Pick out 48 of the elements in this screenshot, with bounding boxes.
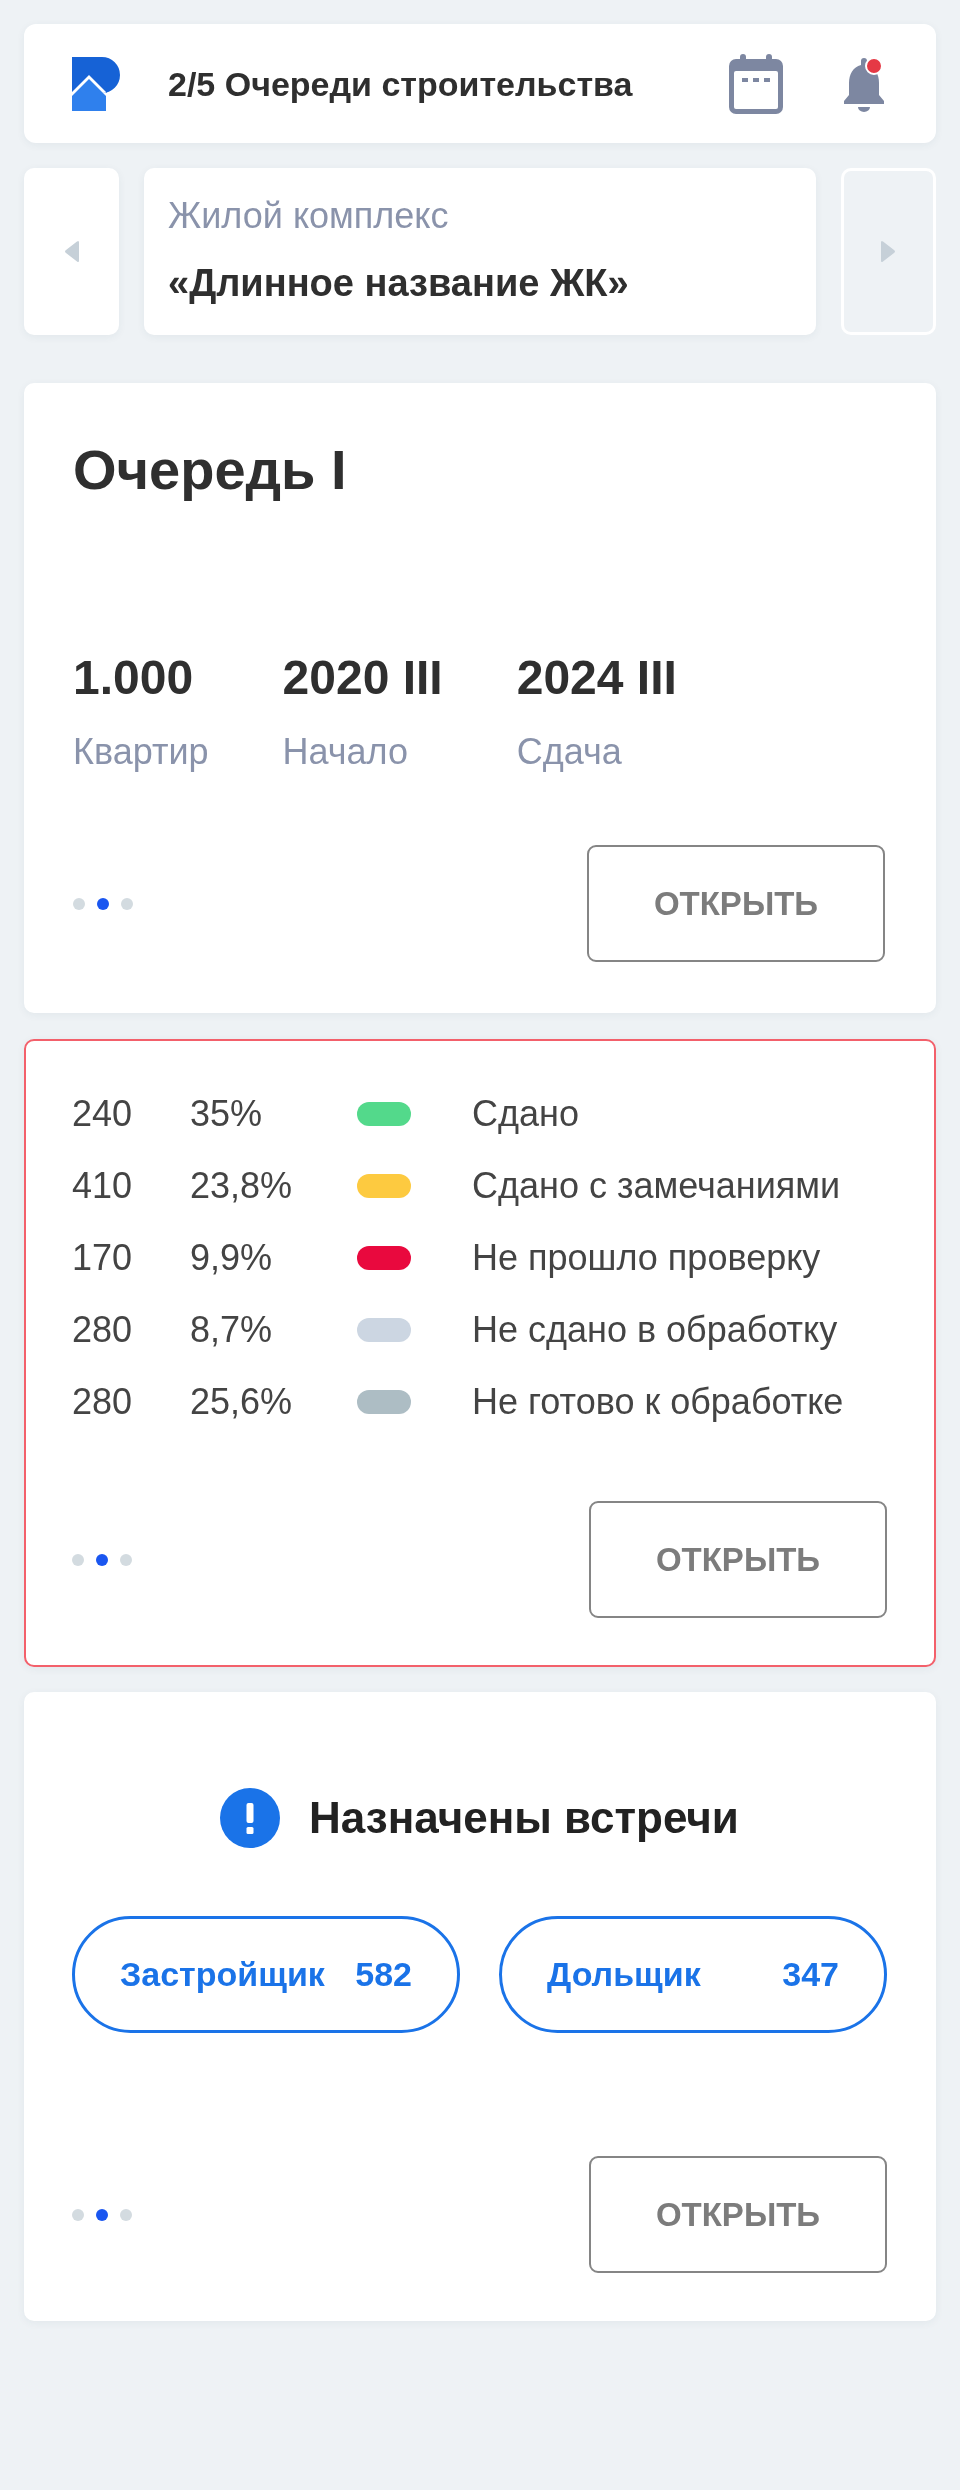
status-percent: 25,6% xyxy=(190,1381,293,1423)
status-label: Не прошло проверку xyxy=(472,1237,821,1279)
page-dot-icon[interactable] xyxy=(73,897,85,910)
open-button[interactable]: ОТКРЫТЬ xyxy=(589,2156,887,2273)
stat-label: Сдача xyxy=(516,730,622,774)
complex-card[interactable]: Жилой комплекс «Длинное название ЖК» xyxy=(144,168,816,335)
status-count: 280 xyxy=(72,1381,133,1423)
open-button[interactable]: ОТКРЫТЬ xyxy=(589,1501,887,1618)
status-count: 170 xyxy=(72,1237,133,1279)
alert-icon xyxy=(220,1788,281,1848)
status-label: Не готово к обработке xyxy=(472,1381,844,1423)
stat-value: 1.000 xyxy=(73,650,194,706)
stat-label: Квартир xyxy=(73,730,209,774)
open-button[interactable]: ОТКРЫТЬ xyxy=(587,845,885,962)
bell-icon[interactable] xyxy=(843,55,885,112)
role-chip[interactable]: Застройщик 582 xyxy=(72,1916,460,2033)
status-count: 410 xyxy=(72,1165,133,1207)
page-dot-icon[interactable] xyxy=(121,897,133,910)
stat-value: 2024 III xyxy=(516,650,677,706)
page-dot-icon[interactable] xyxy=(72,1553,84,1566)
status-percent: 9,9% xyxy=(190,1237,273,1279)
status-percent: 8,7% xyxy=(190,1309,273,1351)
caret-right-icon xyxy=(881,240,896,263)
complex-label: Жилой комплекс xyxy=(168,194,450,238)
status-label: Сдано xyxy=(472,1093,579,1135)
logo-icon xyxy=(72,56,122,111)
caret-left-icon xyxy=(64,240,79,263)
meetings-title: Назначены встречи xyxy=(309,1792,739,1844)
page-dot-icon[interactable] xyxy=(96,2208,108,2221)
calendar-icon[interactable] xyxy=(729,53,783,114)
previous-button[interactable] xyxy=(24,168,119,335)
page-title: 2/5 Очереди строительства xyxy=(168,63,634,105)
page-dot-icon[interactable] xyxy=(97,897,109,910)
status-percent: 23,8% xyxy=(190,1165,293,1207)
status-label: Сдано с замечаниями xyxy=(472,1165,841,1207)
status-label: Не сдано в обработку xyxy=(472,1309,838,1351)
page-dot-icon[interactable] xyxy=(120,1553,132,1566)
stat-value: 2020 III xyxy=(282,650,443,706)
status-count: 280 xyxy=(72,1309,133,1351)
role-chip[interactable]: Дольщик 347 xyxy=(499,1916,887,2033)
status-count: 240 xyxy=(72,1093,133,1135)
page-dot-icon[interactable] xyxy=(72,2208,84,2221)
stat-label: Начало xyxy=(282,730,408,774)
stage-title: Очередь I xyxy=(73,438,347,502)
status-percent: 35% xyxy=(190,1093,263,1135)
complex-name: «Длинное название ЖК» xyxy=(168,261,630,306)
page-dot-icon[interactable] xyxy=(120,2208,132,2221)
page-dot-icon[interactable] xyxy=(96,1553,108,1566)
